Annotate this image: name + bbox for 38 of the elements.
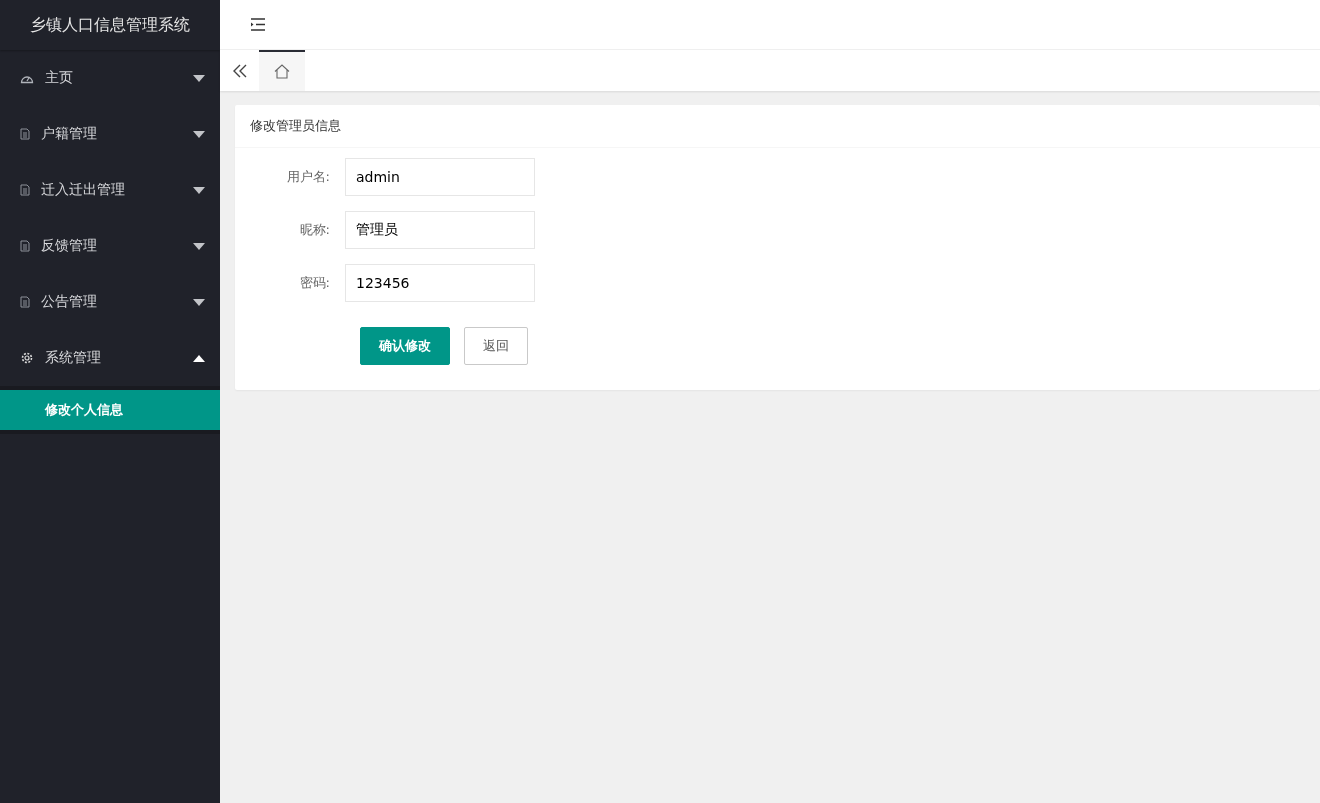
menu-icon[interactable] [250, 18, 266, 31]
field-label: 昵称: [298, 221, 331, 239]
menu-label: 反馈管理 [41, 237, 98, 255]
submenu-item[interactable]: 修改个人信息 [0, 390, 220, 430]
input-field[interactable]: 123456 [345, 264, 535, 302]
menu-label: 主页 [45, 69, 74, 87]
caret-down-icon [193, 130, 205, 138]
card-title: 修改管理员信息 [250, 118, 341, 133]
field-label: 密码: [298, 274, 331, 292]
caret-down-icon [193, 298, 205, 306]
sidebar-item[interactable]: 迁入迁出管理 [0, 162, 220, 218]
gear-icon [20, 351, 34, 365]
document-icon [20, 128, 30, 140]
caret-down-icon [193, 74, 205, 82]
document-icon [20, 296, 30, 308]
app-title: 乡镇人口信息管理系统 [0, 0, 220, 50]
menu-label: 公告管理 [41, 293, 98, 311]
input-field[interactable]: admin [345, 158, 535, 196]
home-tab[interactable] [259, 50, 305, 91]
menu-label: 系统管理 [45, 349, 102, 367]
sidebar-item[interactable]: 系统管理 [0, 330, 220, 386]
home-icon [274, 64, 290, 79]
double-left-icon[interactable] [233, 63, 247, 78]
menu-label: 迁入迁出管理 [41, 181, 126, 199]
menu-label: 户籍管理 [41, 125, 98, 143]
caret-down-icon [193, 242, 205, 250]
confirm-button[interactable]: 确认修改 [360, 327, 450, 365]
caret-up-icon [193, 354, 205, 362]
input-field[interactable]: 管理员 [345, 211, 535, 249]
back-button[interactable]: 返回 [464, 327, 528, 365]
caret-down-icon [193, 186, 205, 194]
field-label: 用户名: [285, 168, 331, 186]
sidebar-item[interactable]: 户籍管理 [0, 106, 220, 162]
sidebar-item[interactable]: 公告管理 [0, 274, 220, 330]
sidebar-item[interactable]: 主页 [0, 50, 220, 106]
document-icon [20, 184, 30, 196]
document-icon [20, 240, 30, 252]
sidebar-item[interactable]: 反馈管理 [0, 218, 220, 274]
